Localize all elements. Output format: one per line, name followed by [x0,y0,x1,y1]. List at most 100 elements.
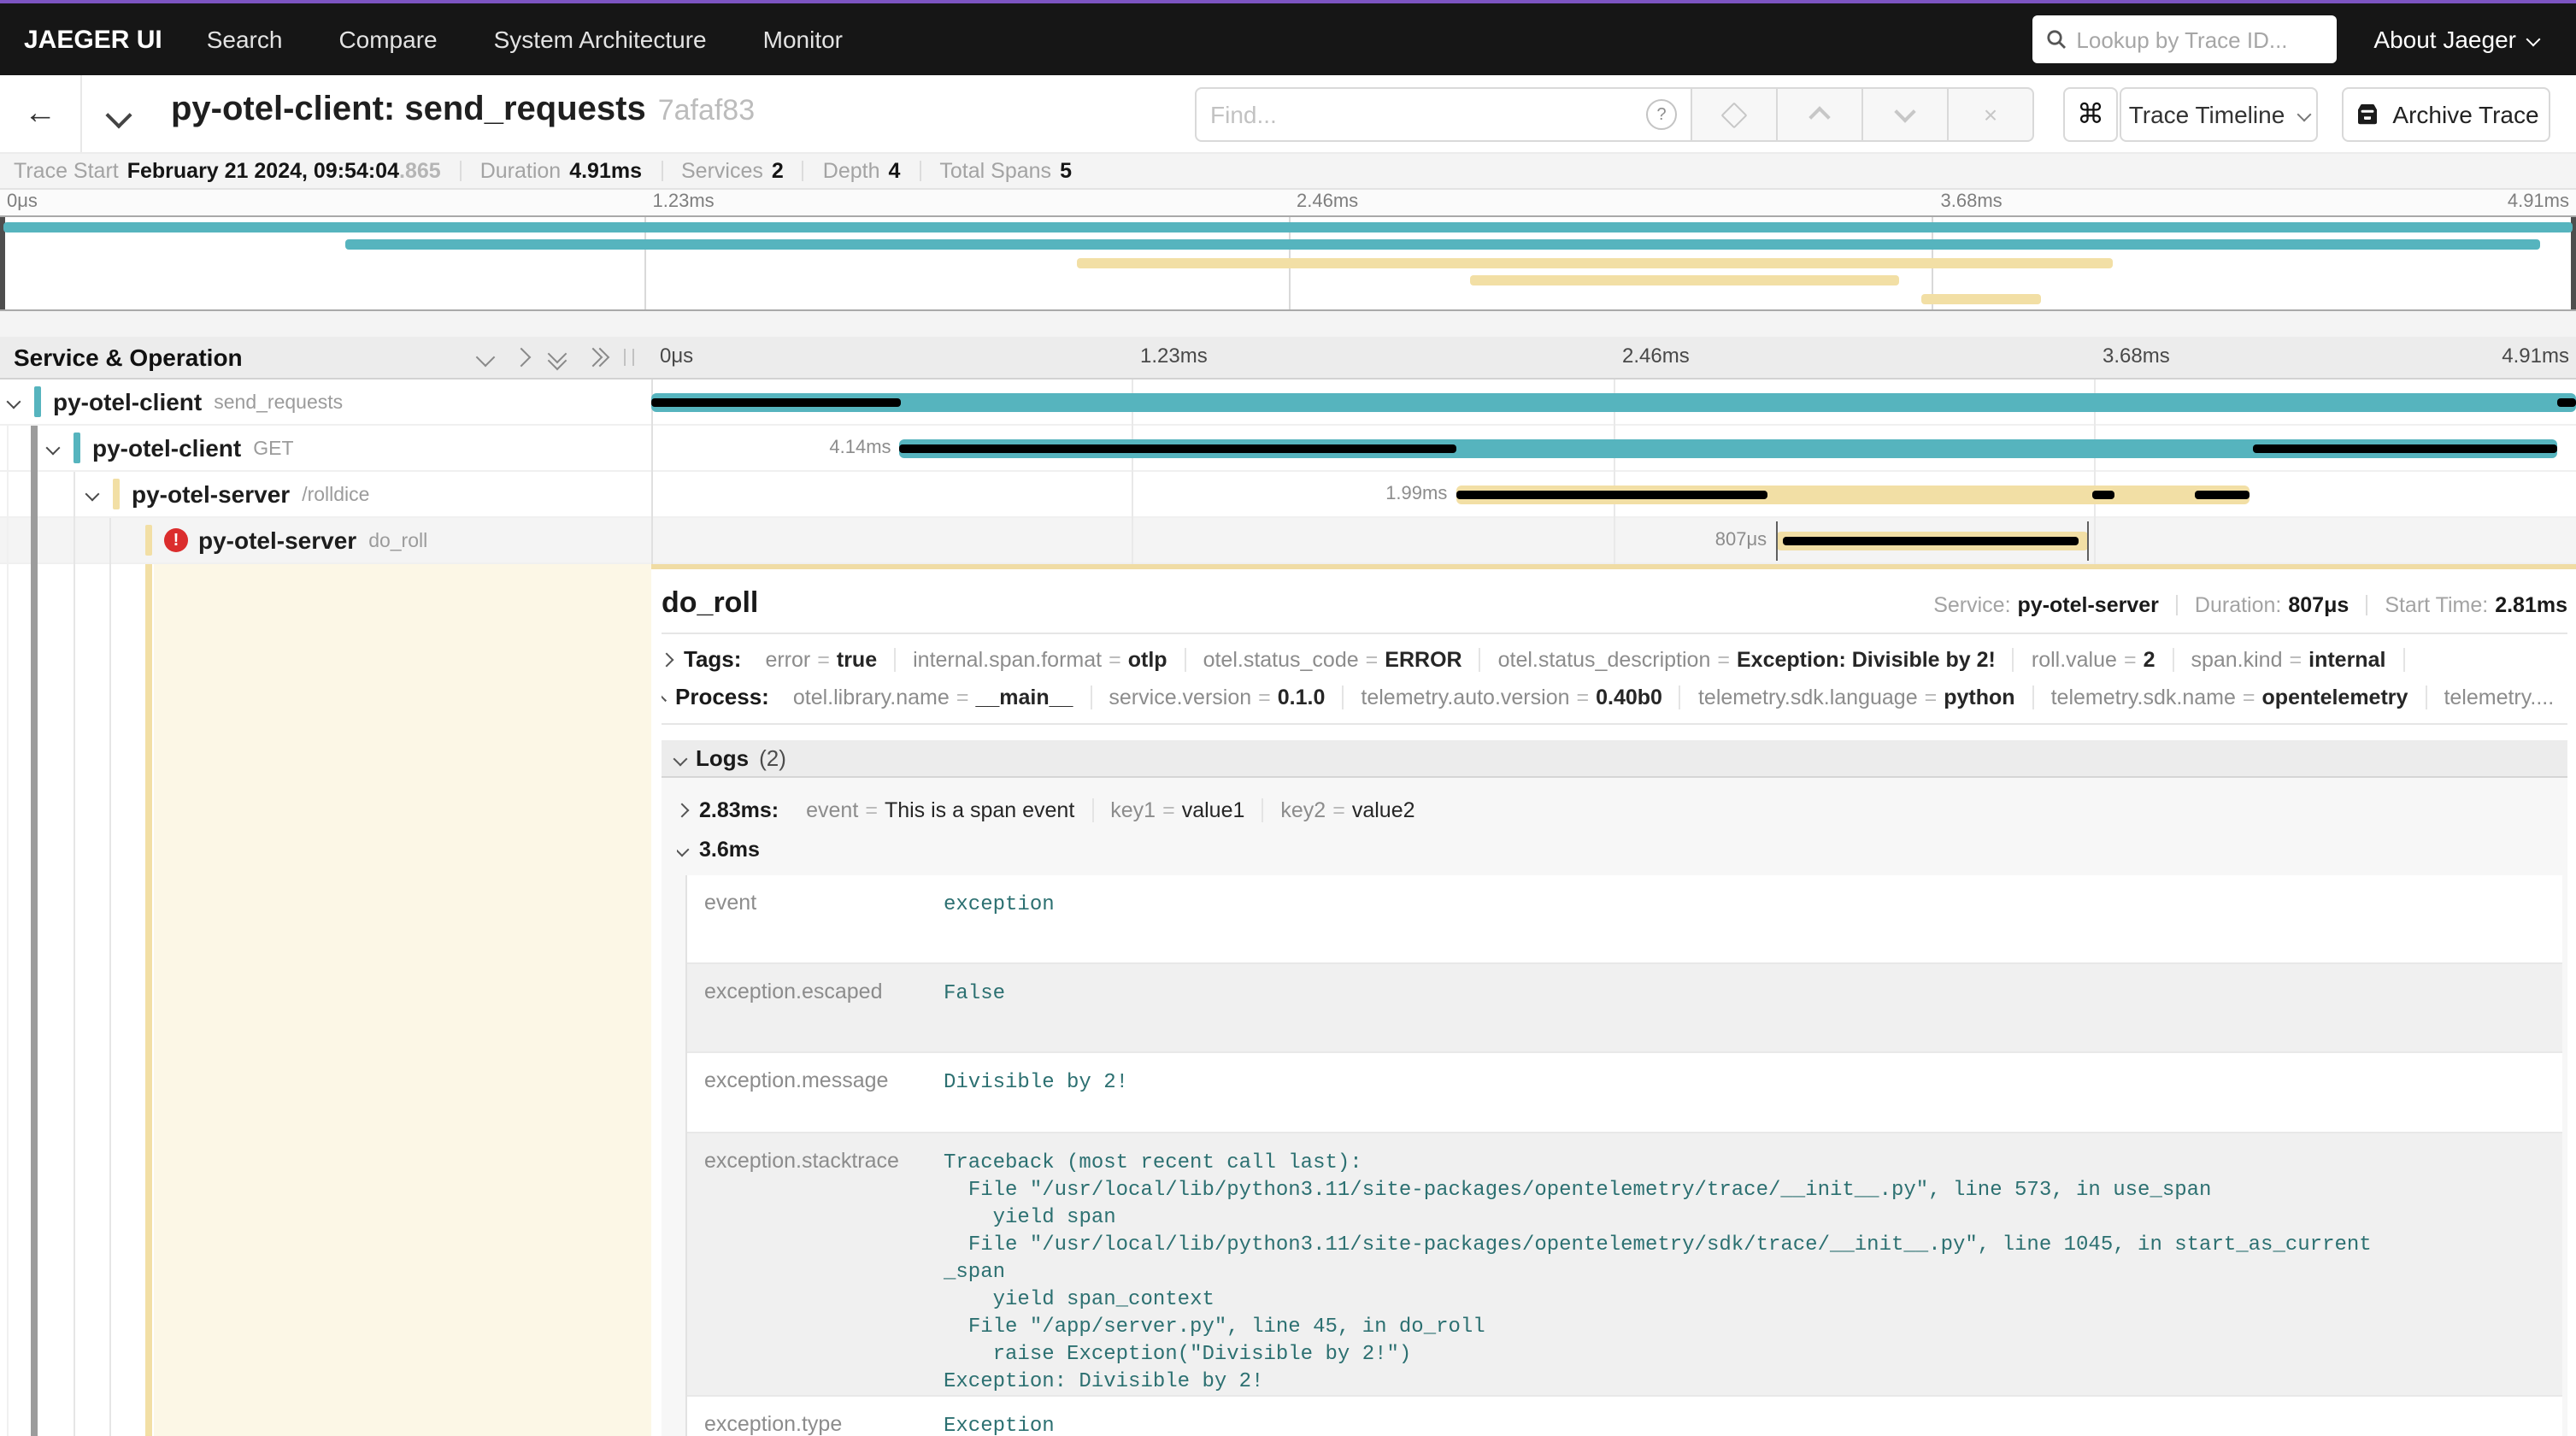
close-icon: × [1984,103,1997,127]
process-item: telemetry.auto.version=0.40b0 [1344,685,1681,709]
trace-summary-bar: Trace Start February 21 2024, 09:54:04 .… [0,154,2576,190]
chevron-down-icon[interactable] [7,395,21,409]
timeline-tick: 2.46ms [1622,344,1690,368]
log-entry-2-toggle[interactable]: 3.6ms [677,829,2562,868]
kv-row: exception.type Exception [687,1397,2562,1436]
span-tree-item-get[interactable]: py-otel-client GET [0,426,651,470]
service-label: Service: [1933,593,2010,617]
column-resize-handle[interactable] [624,349,634,366]
critical-path-segment [2093,491,2114,499]
archive-trace-button[interactable]: Archive Trace [2342,87,2550,142]
indent-guide [7,426,9,1436]
service-color-bar [113,479,120,509]
trace-minimap[interactable] [0,215,2576,311]
app-logo[interactable]: JAEGER UI [24,25,162,54]
chevron-right-icon [662,692,667,701]
tag-item: otel.status_description=Exception: Divis… [1481,647,2014,671]
services-label: Services [681,159,763,183]
log-timestamp: 3.6ms [699,837,760,861]
operation-name: send_requests [214,390,343,414]
trace-timeline-body: py-otel-client send_requests py-otel-cli… [0,380,2576,1436]
trace-id-short: 7afaf83 [658,94,755,127]
kv-value: False [940,964,2562,1051]
trace-id-search-input[interactable]: Lookup by Trace ID... [2032,15,2336,63]
operation-name: do_roll [368,528,427,552]
chevron-down-icon [2297,108,2311,122]
minimap-footer-strip [0,311,2576,337]
collapse-all-icon[interactable] [550,347,564,368]
tag-item: otel.status_code=ERROR [1186,647,1481,671]
back-button[interactable]: ← [0,75,82,152]
log-field: key1=value1 [1093,797,1263,821]
operation-name: /rolldice [302,482,369,506]
nav-item-compare[interactable]: Compare [338,26,437,53]
tags-label: Tags: [684,646,741,672]
kv-key: exception.stacktrace [687,1133,940,1395]
span-log-marker [2087,521,2089,561]
find-placeholder: Find... [1210,101,1646,128]
indent-guide-active [31,426,38,1436]
focus-spans-button[interactable] [1692,87,1778,142]
indent-guide-selected [145,564,152,1436]
minimap-time-axis: 0μs 1.23ms 2.46ms 3.68ms 4.91ms [0,190,2576,215]
nav-item-search[interactable]: Search [207,26,283,53]
total-spans-label: Total Spans [939,159,1051,183]
nav-item-system-architecture[interactable]: System Architecture [494,26,707,53]
trace-start-label: Trace Start [14,159,119,183]
minimap-tick: 2.46ms [1297,191,1358,212]
minimap-tick: 1.23ms [653,191,715,212]
collapse-one-icon[interactable] [476,348,496,368]
help-icon[interactable]: ? [1646,99,1677,130]
span-tree-item-do-roll[interactable]: ! py-otel-server do_roll [0,518,651,562]
about-jaeger-menu[interactable]: About Jaeger [2373,26,2538,53]
log-timestamp: 2.83ms: [699,797,779,821]
expand-one-icon[interactable] [512,348,532,368]
kv-key: exception.type [687,1397,940,1436]
focus-icon [1720,101,1747,127]
total-spans-value: 5 [1060,159,1072,183]
critical-path-segment [651,398,902,407]
service-name: py-otel-client [53,388,202,415]
find-prev-button[interactable] [1778,87,1863,142]
nav-item-monitor[interactable]: Monitor [763,26,843,53]
log-entry-1-toggle[interactable]: 2.83ms: event=This is a span event key1=… [677,790,2562,829]
trace-view-select[interactable]: Trace Timeline [2120,87,2318,142]
kv-key: event [687,875,940,962]
chevron-down-icon[interactable] [85,487,100,502]
span-tree-item-send-requests[interactable]: py-otel-client send_requests [0,380,651,424]
span-row-selected: ! py-otel-server do_roll 807μs [0,518,2576,564]
process-label: Process: [675,684,769,709]
keyboard-shortcuts-button[interactable]: ⌘ [2063,87,2118,142]
archive-trace-label: Archive Trace [2392,101,2538,128]
span-bar[interactable] [651,393,2576,412]
find-next-button[interactable] [1863,87,1949,142]
span-bar-cell: 1.99ms [651,472,2576,516]
kv-row: event exception [687,875,2562,964]
expand-all-icon[interactable] [586,350,607,364]
tags-toggle[interactable]: Tags: error=true internal.span.format=ot… [662,646,2567,672]
find-input[interactable]: Find... ? [1195,87,1692,142]
process-item: service.version=0.1.0 [1091,685,1344,709]
kv-row: exception.stacktrace Traceback (most rec… [687,1133,2562,1397]
span-duration-label: 1.99ms [1385,484,1456,504]
kv-key: exception.message [687,1053,940,1132]
find-clear-button[interactable]: × [1949,87,2034,142]
minimap-span-bar [1077,257,2113,268]
service-value: py-otel-server [2018,593,2159,617]
chevron-right-icon [662,652,673,667]
process-item-truncated: telemetry.... [2426,685,2567,709]
service-color-bar [145,525,152,556]
trace-title: py-otel-client: send_requests7afaf83 [171,91,755,130]
kv-value: Divisible by 2! [940,1053,2562,1132]
service-name: py-otel-server [132,480,290,508]
logs-section-toggle[interactable]: Logs (2) [662,740,2567,778]
critical-path-segment [2195,491,2249,499]
process-toggle[interactable]: Process: otel.library.name=__main__ serv… [662,684,2567,725]
depth-value: 4 [889,159,901,183]
collapse-trace-header-button[interactable] [109,104,128,130]
chevron-down-icon[interactable] [46,441,61,456]
span-tree-item-rolldice[interactable]: py-otel-server /rolldice [0,472,651,516]
tag-item: span.kind=internal [2173,647,2404,671]
span-detail-row: do_roll Service: py-otel-server Duration… [0,564,2576,1436]
chevron-down-icon [677,842,689,856]
